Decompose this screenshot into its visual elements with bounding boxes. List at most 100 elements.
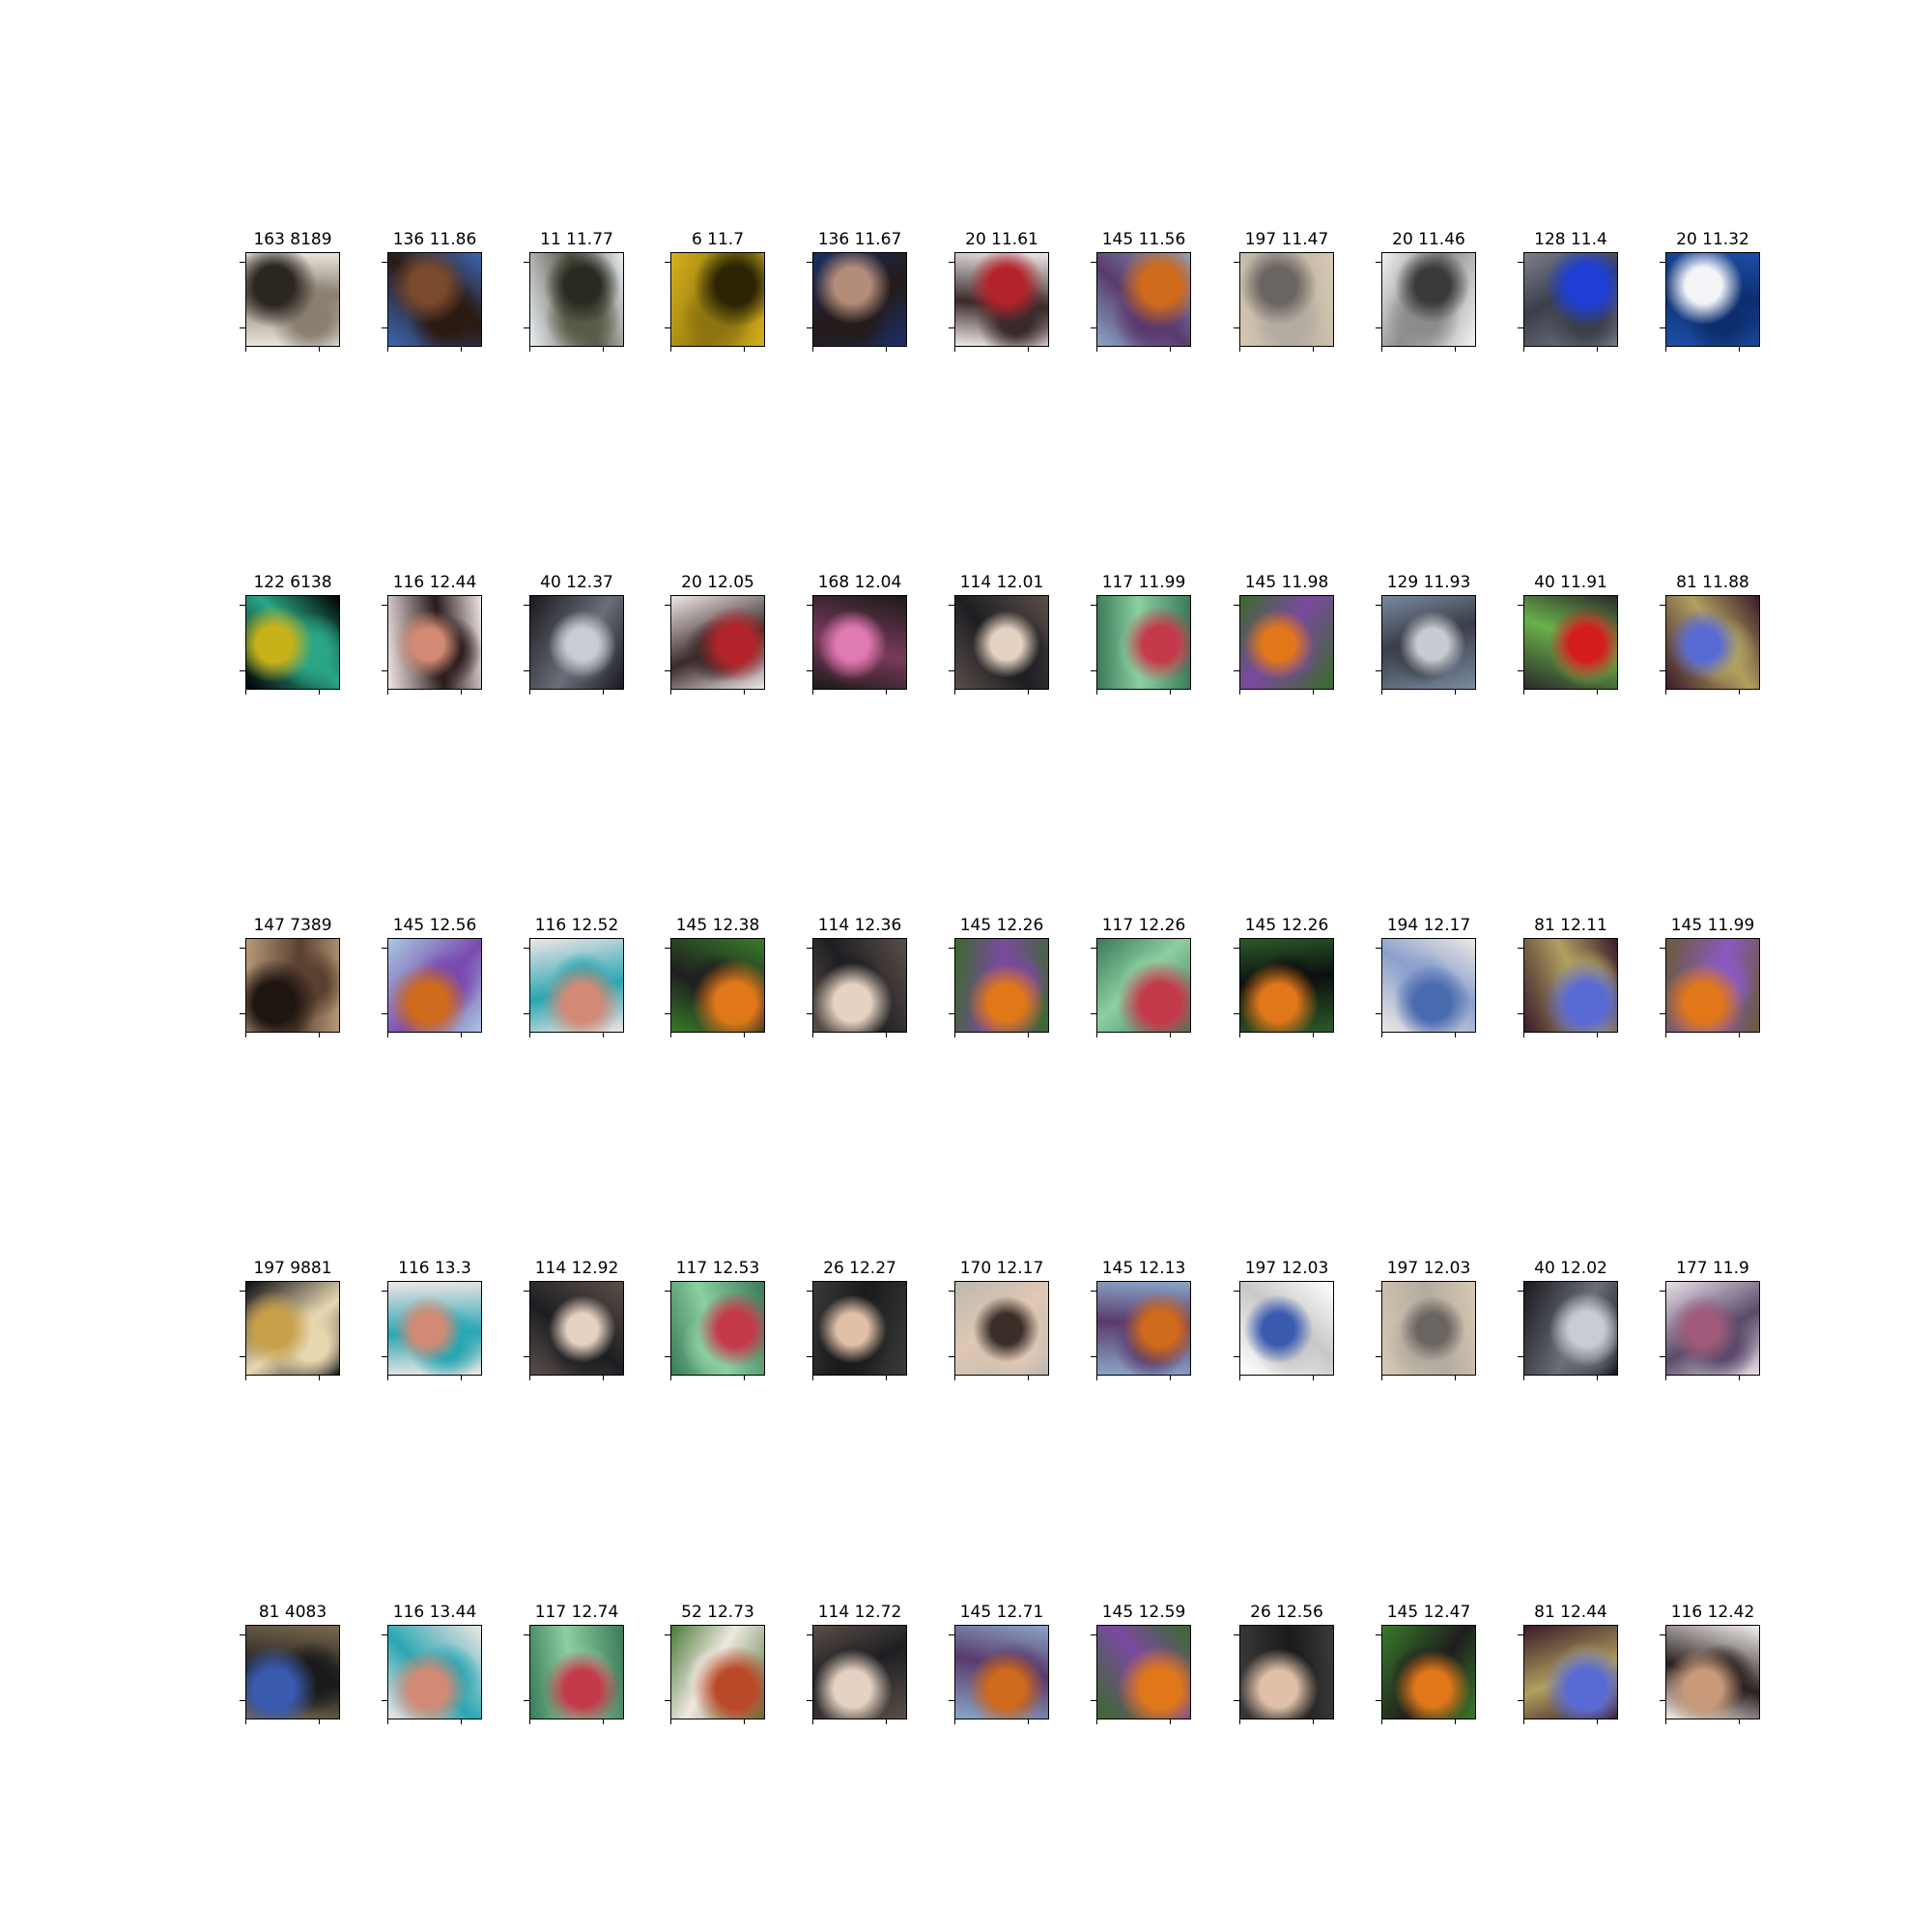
- thumbnail-title: 11 11.77: [540, 230, 613, 249]
- thumbnail-image: [246, 253, 339, 346]
- thumbnail-image: [246, 939, 339, 1032]
- thumbnail-axes: [1381, 595, 1476, 690]
- x-tick: [886, 689, 887, 695]
- y-tick: [949, 1291, 954, 1292]
- thumbnail-cell: 81 4083: [240, 1602, 340, 1737]
- x-tick: [886, 1375, 887, 1380]
- y-tick: [1091, 1291, 1096, 1292]
- thumbnail-title: 81 12.11: [1534, 916, 1607, 935]
- thumbnail-cell: 170 12.17: [949, 1258, 1049, 1393]
- thumbnail-axes: [954, 1625, 1049, 1719]
- x-tick: [603, 1032, 604, 1037]
- y-tick: [240, 1634, 245, 1635]
- thumbnail-cell: 20 11.46: [1376, 229, 1476, 364]
- thumbnail-image: [813, 1282, 906, 1375]
- thumbnail-image: [246, 596, 339, 689]
- x-tick: [1028, 1375, 1029, 1380]
- x-tick: [245, 346, 246, 352]
- thumbnail-cell: 20 11.32: [1660, 229, 1760, 364]
- x-tick: [245, 1719, 246, 1724]
- thumbnail-cell: 81 12.44: [1518, 1602, 1618, 1737]
- thumbnail-axes: [529, 1281, 624, 1376]
- thumbnail-axes: [1381, 1281, 1476, 1376]
- thumbnail-title: 145 11.98: [1244, 573, 1329, 592]
- thumbnail-title: 145 12.59: [1101, 1603, 1186, 1622]
- y-tick: [524, 1291, 529, 1292]
- thumbnail-image: [246, 1626, 339, 1719]
- x-tick: [812, 1375, 813, 1380]
- y-tick: [807, 1356, 812, 1357]
- x-tick: [319, 1719, 320, 1724]
- thumbnail-title: 145 12.26: [1244, 916, 1329, 935]
- thumbnail-cell: 52 12.73: [665, 1602, 765, 1737]
- x-tick: [245, 689, 246, 695]
- x-tick: [603, 346, 604, 352]
- thumbnail-cell: 81 11.88: [1660, 572, 1760, 707]
- thumbnail-cell: 40 11.91: [1518, 572, 1618, 707]
- thumbnail-title: 20 11.46: [1392, 230, 1465, 249]
- thumbnail-axes: [387, 1281, 482, 1376]
- x-tick: [812, 1719, 813, 1724]
- y-tick: [949, 1634, 954, 1635]
- x-tick: [1170, 346, 1171, 352]
- thumbnail-image: [955, 1626, 1048, 1719]
- thumbnail-title: 81 4083: [258, 1603, 327, 1622]
- x-tick: [461, 1375, 462, 1380]
- y-tick: [1660, 327, 1665, 328]
- y-tick: [1234, 327, 1239, 328]
- x-tick: [670, 1375, 671, 1380]
- thumbnail-image: [1097, 596, 1190, 689]
- thumbnail-axes: [1523, 1281, 1618, 1376]
- thumbnail-cell: 11 11.77: [524, 229, 624, 364]
- thumbnail-image: [530, 1626, 623, 1719]
- thumbnail-title: 163 8189: [253, 230, 332, 249]
- x-tick: [1665, 346, 1666, 352]
- thumbnail-title: 26 12.27: [823, 1259, 896, 1278]
- thumbnail-title: 128 11.4: [1534, 230, 1607, 249]
- thumbnail-cell: 81 12.11: [1518, 915, 1618, 1050]
- thumbnail-image: [1240, 596, 1333, 689]
- thumbnail-title: 145 11.99: [1670, 916, 1755, 935]
- thumbnail-axes: [1239, 938, 1334, 1033]
- thumbnail-title: 136 11.86: [392, 230, 477, 249]
- x-tick: [461, 346, 462, 352]
- thumbnail-axes: [954, 595, 1049, 690]
- thumbnail-cell: 136 11.86: [382, 229, 482, 364]
- thumbnail-title: 194 12.17: [1386, 916, 1471, 935]
- thumbnail-cell: 197 9881: [240, 1258, 340, 1393]
- thumbnail-cell: 145 12.71: [949, 1602, 1049, 1737]
- thumbnail-axes: [670, 595, 765, 690]
- y-tick: [1518, 1700, 1523, 1701]
- x-tick: [1313, 1719, 1314, 1724]
- thumbnail-cell: 116 12.42: [1660, 1602, 1760, 1737]
- thumbnail-cell: 145 11.56: [1091, 229, 1191, 364]
- y-tick: [807, 1700, 812, 1701]
- y-tick: [665, 1013, 670, 1014]
- y-tick: [240, 262, 245, 263]
- x-tick: [1739, 1719, 1740, 1724]
- x-tick: [886, 1719, 887, 1724]
- y-tick: [382, 948, 387, 949]
- thumbnail-axes: [1665, 1281, 1760, 1376]
- thumbnail-axes: [1096, 938, 1191, 1033]
- x-tick: [387, 1719, 388, 1724]
- thumbnail-cell: 26 12.56: [1234, 1602, 1334, 1737]
- x-tick: [529, 1032, 530, 1037]
- y-tick: [1518, 605, 1523, 606]
- thumbnail-title: 20 11.32: [1676, 230, 1749, 249]
- y-tick: [1518, 1291, 1523, 1292]
- y-tick: [949, 670, 954, 671]
- x-tick: [1381, 1375, 1382, 1380]
- thumbnail-axes: [387, 252, 482, 347]
- y-tick: [665, 1700, 670, 1701]
- y-tick: [1091, 262, 1096, 263]
- thumbnail-axes: [529, 938, 624, 1033]
- thumbnail-cell: 117 11.99: [1091, 572, 1191, 707]
- y-tick: [1234, 1700, 1239, 1701]
- thumbnail-cell: 145 11.98: [1234, 572, 1334, 707]
- thumbnail-image: [1382, 253, 1475, 346]
- thumbnail-image: [1382, 596, 1475, 689]
- thumbnail-image: [530, 939, 623, 1032]
- y-tick: [949, 1013, 954, 1014]
- thumbnail-cell: 114 12.36: [807, 915, 907, 1050]
